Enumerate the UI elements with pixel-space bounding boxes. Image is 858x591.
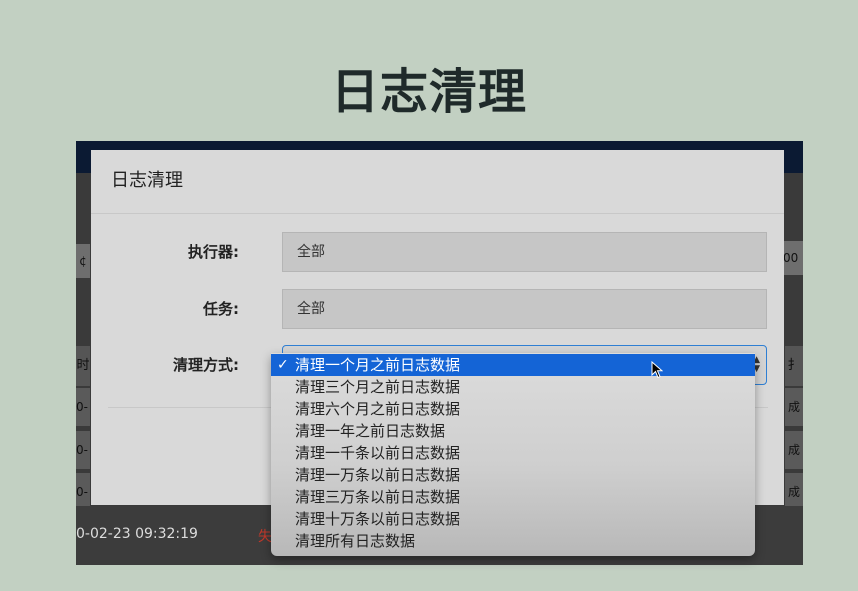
dropdown-option-label: 清理六个月之前日志数据 (295, 400, 461, 418)
task-field[interactable]: 全部 (282, 289, 767, 329)
mouse-cursor-icon (651, 361, 663, 379)
dropdown-option-label: 清理一年之前日志数据 (295, 422, 446, 440)
dropdown-option[interactable]: ✓ 清理一个月之前日志数据 (271, 354, 755, 376)
dropdown-option-label: 清理一个月之前日志数据 (295, 356, 461, 374)
background-row-time: 0-( (76, 431, 90, 469)
background-row-status: 成 (785, 388, 803, 426)
executor-field[interactable]: 全部 (282, 232, 767, 272)
dropdown-option-label: 清理所有日志数据 (295, 532, 416, 550)
check-icon: ✓ (277, 357, 289, 373)
background-row-time: 0-02-23 09:32:19 (76, 526, 198, 542)
modal-title: 日志清理 (91, 150, 784, 214)
background-column-header-left: 时 (76, 346, 90, 386)
background-column-header-right: 扌 (785, 346, 803, 386)
background-row-time: 0-( (76, 388, 90, 426)
dropdown-option[interactable]: 清理所有日志数据 (271, 530, 755, 552)
background-row-status: 成 (785, 431, 803, 469)
dropdown-option-label: 清理十万条以前日志数据 (295, 510, 461, 528)
executor-row: 执行器: 全部 (91, 232, 784, 272)
dropdown-option[interactable]: 清理一千条以前日志数据 (271, 442, 755, 464)
dropdown-option[interactable]: 清理一年之前日志数据 (271, 420, 755, 442)
dropdown-option-label: 清理三万条以前日志数据 (295, 488, 461, 506)
dropdown-option-label: 清理一千条以前日志数据 (295, 444, 461, 462)
page-title: 日志清理 (330, 64, 527, 120)
clean-type-dropdown: ✓ 清理一个月之前日志数据 清理三个月之前日志数据 清理六个月之前日志数据 清理… (271, 353, 755, 556)
dropdown-option[interactable]: 清理一万条以前日志数据 (271, 464, 755, 486)
task-label: 任务: (203, 300, 239, 318)
task-row: 任务: 全部 (91, 289, 784, 329)
dropdown-option[interactable]: 清理六个月之前日志数据 (271, 398, 755, 420)
background-filter-left: ¢ (76, 244, 90, 278)
background-filter-right: 00 (783, 241, 803, 275)
dropdown-option-label: 清理一万条以前日志数据 (295, 466, 461, 484)
background-row-status: 失 (258, 529, 272, 545)
dropdown-option[interactable]: 清理十万条以前日志数据 (271, 508, 755, 530)
dropdown-option-label: 清理三个月之前日志数据 (295, 378, 461, 396)
clean-type-label: 清理方式: (173, 356, 239, 374)
dropdown-option[interactable]: 清理三个月之前日志数据 (271, 376, 755, 398)
executor-label: 执行器: (188, 243, 239, 261)
dropdown-option[interactable]: 清理三万条以前日志数据 (271, 486, 755, 508)
